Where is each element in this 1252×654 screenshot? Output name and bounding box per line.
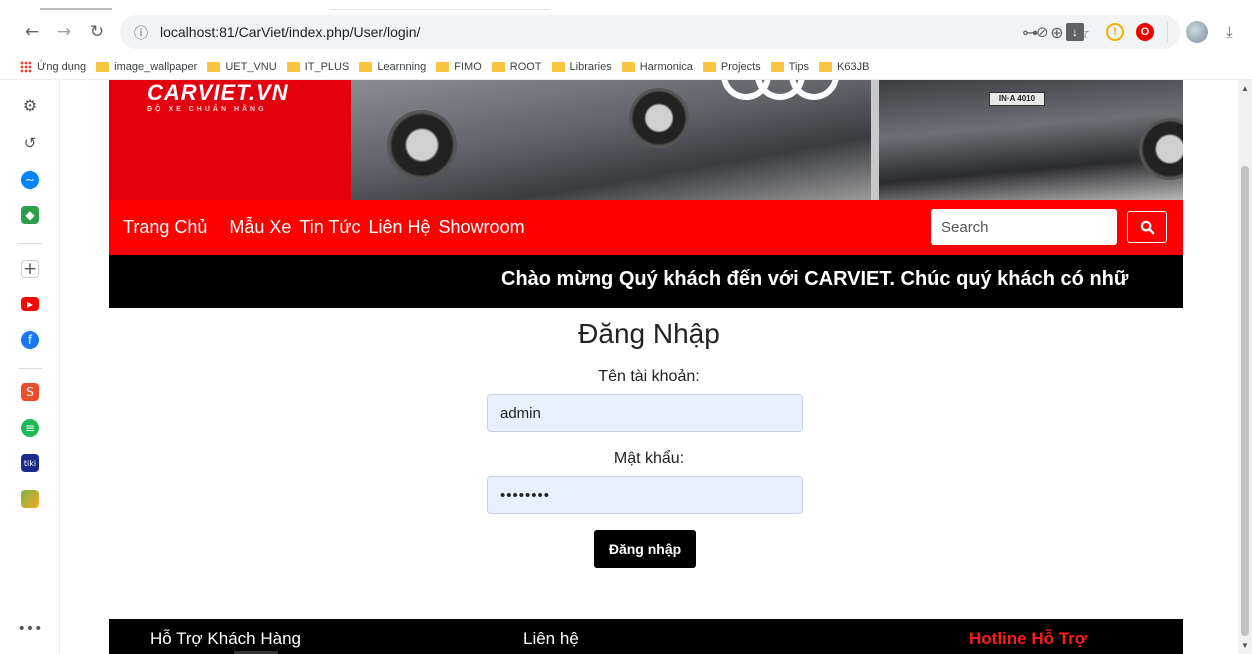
footer-contact[interactable]: Liên hệ bbox=[523, 629, 579, 649]
folder-icon bbox=[551, 61, 565, 72]
audi-logo-icon bbox=[721, 80, 839, 100]
folder-icon bbox=[491, 61, 505, 72]
add-icon[interactable]: + bbox=[21, 259, 39, 279]
tab-strip bbox=[0, 0, 1252, 10]
page-content: IN·A 4010 CARVIET.VN ĐỘ XE CHUẨN HÃNG Tr… bbox=[60, 80, 1238, 654]
address-bar[interactable]: ⓘ localhost:81/CarViet/index.php/User/lo… bbox=[120, 15, 1180, 49]
page-scrollbar[interactable]: ▲ ▼ bbox=[1238, 80, 1252, 654]
welcome-marquee: Chào mừng Quý khách đến với CARVIET. Chú… bbox=[109, 255, 1183, 308]
wheel-left bbox=[387, 110, 457, 180]
bookmark-fimo[interactable]: FIMO bbox=[436, 61, 482, 73]
folder-icon bbox=[770, 61, 784, 72]
search-button[interactable] bbox=[1127, 211, 1167, 243]
nav-news[interactable]: Tin Tức bbox=[299, 217, 360, 238]
bookmarks-bar: Ứng dụng image_wallpaper UET_VNU IT_PLUS… bbox=[0, 54, 1252, 80]
downloads-icon[interactable]: ⤓ bbox=[1226, 20, 1233, 44]
folder-icon bbox=[436, 61, 450, 72]
footer-support[interactable]: Hỗ Trợ Khách Hàng bbox=[150, 629, 301, 649]
search-form bbox=[931, 209, 1167, 245]
tiki-icon[interactable]: tiki bbox=[21, 454, 39, 472]
folder-icon bbox=[702, 61, 716, 72]
nav-home[interactable]: Trang Chủ bbox=[123, 217, 207, 238]
apps-grid-icon bbox=[20, 60, 32, 73]
license-plate: IN·A 4010 bbox=[989, 92, 1045, 106]
bookmark-harmonica[interactable]: Harmonica bbox=[621, 61, 693, 73]
search-icon bbox=[1140, 220, 1154, 234]
profile-avatar[interactable] bbox=[1186, 20, 1208, 44]
bookmark-it-plus[interactable]: IT_PLUS bbox=[286, 61, 349, 73]
toolbar-divider bbox=[1167, 20, 1168, 44]
footer-hotline[interactable]: Hotline Hỗ Trợ bbox=[969, 629, 1087, 649]
nav-showroom[interactable]: Showroom bbox=[439, 217, 525, 238]
nav-models[interactable]: Mẫu Xe bbox=[229, 217, 291, 238]
scroll-down-icon[interactable]: ▼ bbox=[1241, 641, 1249, 650]
bookmark-root[interactable]: ROOT bbox=[491, 61, 542, 73]
folder-icon bbox=[621, 61, 635, 72]
shopee-icon[interactable]: S bbox=[21, 383, 39, 401]
history-icon[interactable]: ↺ bbox=[21, 134, 39, 152]
nav-contact[interactable]: Liên Hệ bbox=[368, 217, 430, 238]
marquee-text: Chào mừng Quý khách đến với CARVIET. Chú… bbox=[501, 268, 1129, 290]
back-icon[interactable]: ← bbox=[20, 20, 44, 44]
folder-icon bbox=[286, 61, 300, 72]
game-icon[interactable] bbox=[21, 490, 39, 508]
gear-icon[interactable]: ⚙ bbox=[21, 96, 39, 115]
bookmark-image-wallpaper[interactable]: image_wallpaper bbox=[96, 61, 197, 73]
nav-links: Trang Chủ Mẫu Xe Tin Tức Liên Hệ Showroo… bbox=[123, 200, 547, 255]
search-input[interactable] bbox=[931, 209, 1117, 245]
browser-toolbar: ← → ↻ ⓘ localhost:81/CarViet/index.php/U… bbox=[0, 10, 1252, 54]
bookmark-libraries[interactable]: Libraries bbox=[551, 61, 612, 73]
opera-ext-icon[interactable]: O bbox=[1136, 20, 1154, 44]
main-navbar: Trang Chủ Mẫu Xe Tin Tức Liên Hệ Showroo… bbox=[109, 200, 1183, 255]
more-icon[interactable]: ••• bbox=[18, 620, 43, 638]
messenger-icon[interactable]: ~ bbox=[21, 171, 39, 189]
spotify-icon[interactable]: ≡ bbox=[21, 419, 39, 437]
login-title: Đăng Nhập bbox=[578, 318, 720, 349]
warning-ext-icon[interactable]: ! bbox=[1106, 20, 1124, 44]
folder-icon bbox=[96, 61, 110, 72]
facebook-icon[interactable]: f bbox=[21, 331, 39, 349]
logo-block[interactable]: CARVIET.VN ĐỘ XE CHUẨN HÃNG bbox=[109, 80, 351, 200]
reload-icon[interactable]: ↻ bbox=[85, 20, 109, 44]
address-url[interactable]: localhost:81/CarViet/index.php/User/logi… bbox=[160, 24, 420, 40]
bookmark-tips[interactable]: Tips bbox=[770, 61, 809, 73]
youtube-icon[interactable]: ▸ bbox=[21, 297, 39, 311]
scrollbar-thumb[interactable] bbox=[1241, 166, 1249, 636]
forward-icon[interactable]: → bbox=[52, 20, 76, 44]
login-button[interactable]: Đăng nhập bbox=[594, 530, 696, 568]
hero-banner: IN·A 4010 CARVIET.VN ĐỘ XE CHUẨN HÃNG bbox=[109, 80, 1183, 200]
zoom-icon[interactable]: ⊕ bbox=[1050, 23, 1063, 42]
folder-icon bbox=[359, 61, 373, 72]
password-label: Mật khẩu: bbox=[613, 450, 685, 467]
site-footer: Hỗ Trợ Khách Hàng Liên hệ Hotline Hỗ Trợ bbox=[109, 619, 1183, 654]
scroll-up-icon[interactable]: ▲ bbox=[1241, 84, 1249, 93]
shield-icon[interactable]: ⊘ bbox=[1036, 20, 1049, 44]
browser-sidebar: ⚙ ↺ ~ ◆ + ▸ f S ≡ tiki ••• bbox=[0, 80, 60, 654]
password-field[interactable] bbox=[487, 476, 803, 514]
username-field[interactable] bbox=[487, 394, 803, 432]
site-info-icon[interactable]: ⓘ bbox=[134, 23, 152, 42]
bookmark-projects[interactable]: Projects bbox=[702, 61, 761, 73]
username-label: Tên tài khoản: bbox=[598, 368, 700, 385]
bookmark-apps[interactable]: Ứng dụng bbox=[20, 60, 86, 73]
bookmark-uet-vnu[interactable]: UET_VNU bbox=[207, 61, 277, 73]
folder-icon bbox=[207, 61, 221, 72]
gamepad-icon[interactable]: ◆ bbox=[21, 206, 39, 224]
site-slogan: ĐỘ XE CHUẨN HÃNG bbox=[147, 106, 267, 113]
folder-icon bbox=[819, 61, 833, 72]
bookmark-learnning[interactable]: Learnning bbox=[359, 61, 426, 73]
wheel-right bbox=[629, 88, 689, 148]
site-logo[interactable]: CARVIET.VN bbox=[147, 80, 289, 106]
bookmark-k63jb[interactable]: K63JB bbox=[819, 61, 869, 73]
download-ext-icon[interactable]: ↓ bbox=[1066, 20, 1084, 44]
